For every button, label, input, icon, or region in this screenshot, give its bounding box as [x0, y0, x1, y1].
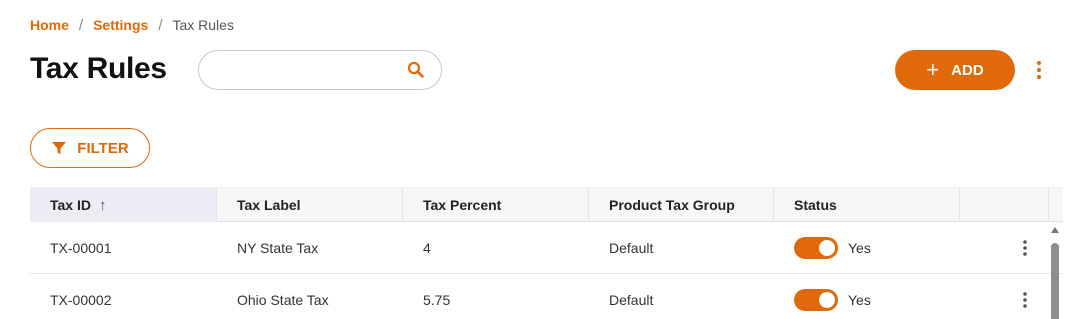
breadcrumb-separator: /	[158, 16, 163, 34]
column-header-label: Status	[794, 197, 837, 213]
cell-tax-percent: 5.75	[423, 291, 451, 308]
tax-rules-table: Tax ID ↑ Tax Label Tax Percent Product T…	[30, 187, 1063, 319]
cell-tax-id: TX-00001	[50, 239, 112, 256]
tax-rules-page: Home / Settings / Tax Rules Tax Rules + …	[0, 0, 1071, 319]
column-header-actions	[960, 188, 1049, 222]
table-row[interactable]: TX-00001 NY State Tax 4 Default Yes	[30, 222, 1063, 274]
more-options-icon[interactable]	[1030, 58, 1048, 82]
breadcrumb: Home / Settings / Tax Rules	[30, 15, 234, 35]
cell-actions	[960, 274, 1049, 319]
page-title: Tax Rules	[30, 52, 167, 85]
status-toggle[interactable]	[794, 236, 838, 259]
scrollbar-thumb[interactable]	[1051, 243, 1059, 319]
cell-status: Yes	[774, 222, 960, 274]
status-text: Yes	[848, 291, 871, 308]
filter-button-label: FILTER	[77, 139, 129, 157]
cell-tax-label: Ohio State Tax	[237, 291, 329, 308]
breadcrumb-settings-link[interactable]: Settings	[93, 17, 148, 33]
plus-icon: +	[926, 57, 940, 82]
table-row[interactable]: TX-00002 Ohio State Tax 5.75 Default Yes	[30, 274, 1063, 319]
vertical-scrollbar[interactable]	[1048, 225, 1062, 319]
scroll-up-arrow-icon[interactable]	[1051, 227, 1059, 233]
cell-tax-id: TX-00002	[50, 291, 112, 308]
table-header: Tax ID ↑ Tax Label Tax Percent Product T…	[30, 187, 1063, 222]
column-header-label: Tax Label	[237, 197, 301, 213]
breadcrumb-home-link[interactable]: Home	[30, 17, 69, 33]
column-header-tax-percent[interactable]: Tax Percent	[403, 188, 589, 222]
row-more-options-icon[interactable]	[1016, 238, 1034, 258]
add-button-label: ADD	[951, 61, 984, 79]
column-header-product-tax-group[interactable]: Product Tax Group	[589, 188, 774, 222]
cell-status: Yes	[774, 274, 960, 319]
filter-icon	[52, 142, 67, 154]
search-icon[interactable]	[406, 60, 426, 80]
column-header-tax-label[interactable]: Tax Label	[217, 188, 403, 222]
column-header-status[interactable]: Status	[774, 188, 960, 222]
filter-button[interactable]: FILTER	[30, 128, 150, 168]
add-button[interactable]: + ADD	[895, 50, 1015, 90]
toggle-knob	[819, 291, 835, 308]
sort-ascending-icon[interactable]: ↑	[99, 197, 107, 214]
status-toggle[interactable]	[794, 288, 838, 311]
breadcrumb-current: Tax Rules	[172, 17, 234, 33]
column-header-label: Tax Percent	[423, 197, 502, 213]
search-input[interactable]	[213, 59, 393, 81]
status-text: Yes	[848, 239, 871, 256]
cell-product-tax-group: Default	[609, 239, 654, 256]
breadcrumb-separator: /	[78, 16, 84, 34]
column-header-tax-id[interactable]: Tax ID ↑	[30, 188, 217, 222]
column-header-label: Tax ID	[50, 197, 91, 213]
cell-product-tax-group: Default	[609, 291, 654, 308]
cell-tax-percent: 4	[423, 239, 431, 256]
cell-actions	[960, 222, 1049, 274]
toggle-knob	[819, 239, 835, 256]
cell-tax-label: NY State Tax	[237, 239, 319, 256]
column-header-label: Product Tax Group	[609, 197, 735, 213]
row-more-options-icon[interactable]	[1016, 290, 1034, 310]
